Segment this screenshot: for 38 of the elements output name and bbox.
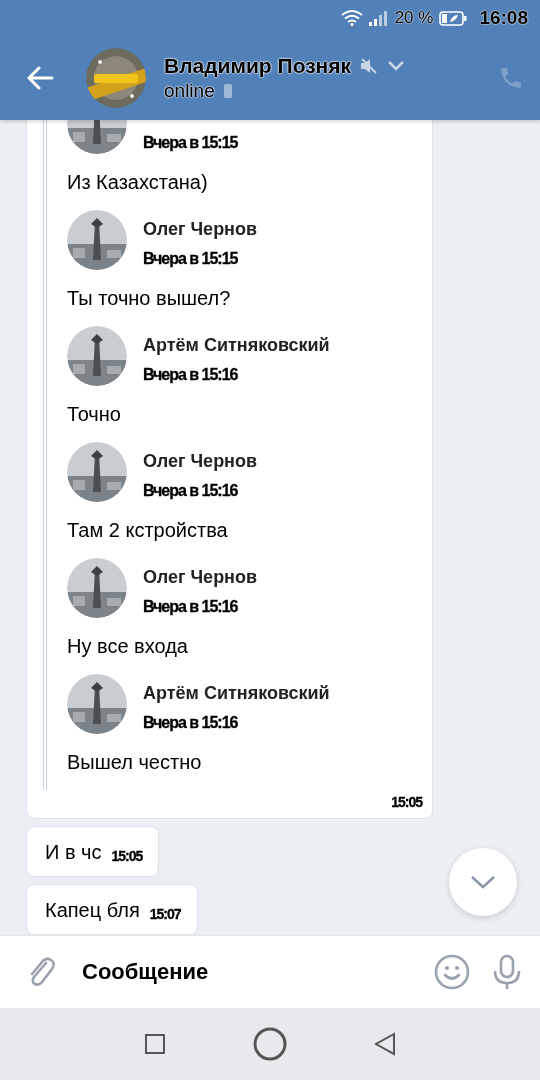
message-date: Вчера в 15:16 <box>143 366 239 384</box>
message-time: 15:05 <box>111 848 143 864</box>
clock-time: 16:08 <box>479 7 528 29</box>
message-date: Вчера в 15:15 <box>143 250 239 268</box>
message-text: Из Казахстана) <box>67 169 209 195</box>
message-text: Вышел честно <box>67 749 203 775</box>
chat-title[interactable]: Владимир Позняк <box>164 54 352 78</box>
battery-icon <box>439 10 468 26</box>
message-text: Капец бля <box>45 899 140 922</box>
message-text: И в чс <box>45 841 102 864</box>
author-name[interactable]: Олег Чернов <box>143 567 258 588</box>
message-text: Ну все входа <box>67 633 189 659</box>
chevron-down-icon[interactable] <box>387 60 406 72</box>
recents-icon[interactable] <box>143 1033 166 1055</box>
author-name[interactable]: Олег Чернов <box>143 451 258 472</box>
message-date: Вчера в 15:16 <box>143 714 239 732</box>
message-date: Вчера в 15:16 <box>143 482 239 500</box>
home-icon[interactable] <box>253 1027 287 1061</box>
scroll-down-button[interactable] <box>449 848 517 916</box>
author-name[interactable]: Артём Ситняковский <box>143 683 330 704</box>
battery-percent: 20 % <box>394 8 434 28</box>
message-date: Вчера в 15:16 <box>143 598 239 616</box>
author-name[interactable]: Артём Ситняковский <box>143 335 330 356</box>
back-icon[interactable] <box>374 1032 397 1056</box>
message-text: Ты точно вышел? <box>67 285 232 311</box>
message-text: Там 2 кстройства <box>67 517 229 543</box>
message-text: Точно <box>67 401 122 427</box>
message-field[interactable]: Сообщение <box>74 953 416 991</box>
message-bar[interactable]: Сообщение <box>0 935 540 1008</box>
online-status: online <box>164 80 215 102</box>
message-time: 15:07 <box>149 906 181 922</box>
message-time: 15:05 <box>390 794 422 810</box>
mobile-phone-icon <box>222 83 233 99</box>
wifi-icon <box>340 10 363 26</box>
author-name[interactable]: Олег Чернов <box>143 219 258 240</box>
message-date: Вчера в 15:15 <box>143 134 238 152</box>
chevron-down-icon[interactable] <box>470 874 496 890</box>
signal-icon <box>368 10 389 26</box>
